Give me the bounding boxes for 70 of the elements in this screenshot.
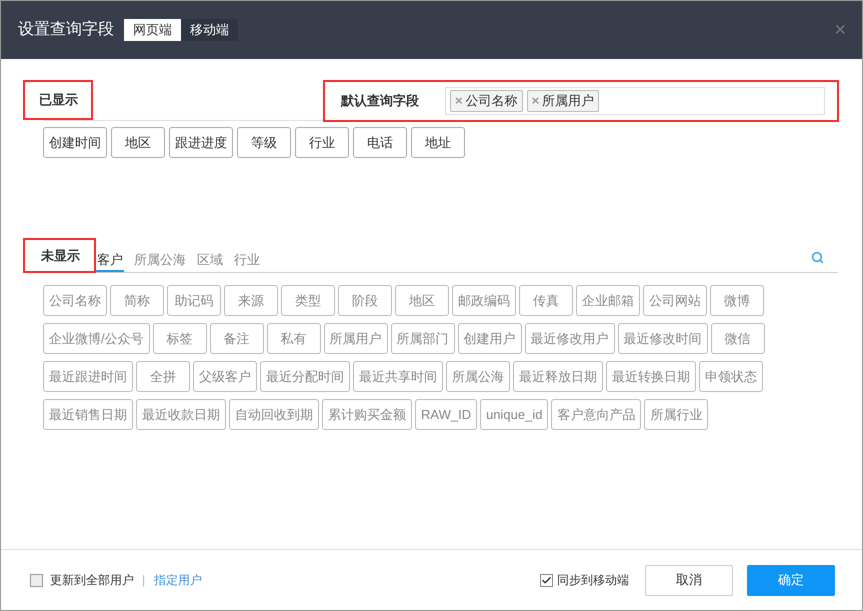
remove-icon[interactable]: × [455,91,463,111]
field-chip[interactable]: 行业 [295,127,349,158]
field-chip[interactable]: 最近转换日期 [606,361,696,392]
field-chip[interactable]: 最近修改用户 [524,323,615,354]
field-chip[interactable]: 等级 [237,127,291,158]
tag-text: 所属用户 [542,92,594,110]
field-chip[interactable]: unique_id [480,399,548,430]
field-chip[interactable]: 备注 [210,323,264,354]
checkbox[interactable] [540,574,553,586]
field-chip[interactable]: 所属用户 [324,323,388,354]
field-chip[interactable]: 地区 [111,127,165,158]
field-chip[interactable]: 创建用户 [458,323,522,354]
checkbox-label: 同步到移动端 [557,572,629,589]
category-tab[interactable]: 行业 [233,249,261,272]
separator: | [142,572,146,589]
field-chip[interactable]: 最近收款日期 [136,399,226,430]
section-label: 未显示 [23,238,96,273]
search-icon[interactable] [811,251,824,264]
field-chip[interactable]: 企业微博/公众号 [43,323,150,354]
field-chip[interactable]: 创建时间 [43,127,107,158]
cancel-button[interactable]: 取消 [645,564,733,596]
field-chip[interactable]: 累计购买金额 [322,399,412,430]
field-chip[interactable]: 客户意向产品 [551,399,642,430]
category-tab[interactable]: 区域 [196,249,224,272]
close-button[interactable]: × [834,20,846,40]
field-chip[interactable]: 所属部门 [390,323,455,354]
field-chip[interactable]: 公司名称 [43,285,107,316]
field-chip[interactable]: 最近销售日期 [43,399,133,430]
field-chip[interactable]: 简称 [110,285,164,316]
field-chip[interactable]: 微博 [710,285,764,316]
field-chip[interactable]: 电话 [353,127,407,158]
tag-text: 公司名称 [466,92,518,110]
category-tab[interactable]: 客户 [96,249,124,272]
field-chip[interactable]: 地区 [395,285,449,316]
default-fields-input[interactable]: × 公司名称 × 所属用户 [445,87,825,115]
field-chip[interactable]: 所属公海 [446,361,510,392]
field-chip[interactable]: 父级客户 [193,361,257,392]
field-chip[interactable]: 微信 [710,323,765,354]
field-chip[interactable]: 标签 [152,323,207,354]
field-chip[interactable]: 最近释放日期 [513,361,603,392]
field-chip[interactable]: 公司网站 [643,285,707,316]
confirm-button[interactable]: 确定 [747,564,835,596]
field-chip[interactable]: 阶段 [338,285,392,316]
remove-icon[interactable]: × [532,91,540,111]
field-chip[interactable]: 自动回收到期 [229,399,319,430]
field-chip[interactable]: 跟进进度 [169,127,233,158]
field-chip[interactable]: 传真 [519,285,573,316]
field-chip[interactable]: 最近分配时间 [260,361,350,392]
field-label: 默认查询字段 [341,92,420,110]
field-chip[interactable]: 来源 [224,285,278,316]
field-chip[interactable]: 私有 [266,323,321,354]
field-chip[interactable]: 助记码 [167,285,221,316]
field-chip[interactable]: 申领状态 [699,361,763,392]
dialog-title: 设置查询字段 [18,20,114,40]
field-chip[interactable]: 企业邮箱 [576,285,640,316]
checkbox[interactable] [30,574,43,586]
field-chip[interactable]: 全拼 [136,361,190,392]
section-label: 已显示 [23,80,93,120]
field-chip[interactable]: 邮政编码 [452,285,516,316]
field-chip[interactable]: 地址 [411,127,465,158]
platform-tab[interactable]: 网页端 [124,19,181,41]
checkbox-label: 更新到全部用户 [50,572,134,589]
field-chip[interactable]: 类型 [281,285,335,316]
field-chip[interactable]: 所属行业 [644,399,708,430]
field-chip[interactable]: RAW_ID [415,399,478,430]
assign-users-link[interactable]: 指定用户 [154,571,202,589]
category-tab[interactable]: 所属公海 [133,249,187,272]
field-chip[interactable]: 最近修改时间 [618,323,708,354]
field-chip[interactable]: 最近共享时间 [353,361,443,392]
field-chip[interactable]: 最近跟进时间 [43,361,133,392]
